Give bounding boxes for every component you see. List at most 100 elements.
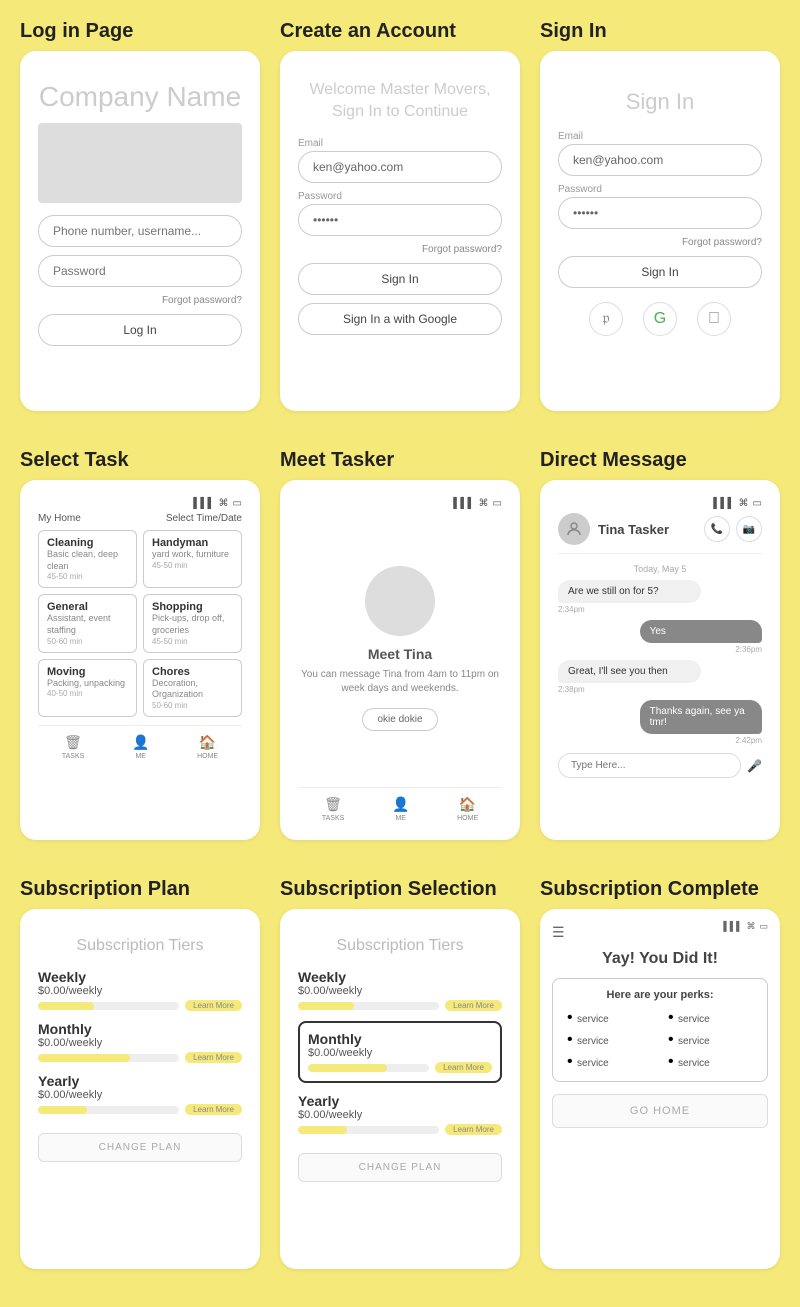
sub-plan-title: Subscription Tiers xyxy=(38,937,242,955)
sub-plan-card: Subscription Tiers Weekly $0.00/weekly L… xyxy=(20,909,260,1269)
dm-signal-icon: ▌▌▌ xyxy=(713,498,734,509)
meet-nav-tasks[interactable]: 🗑 TASKS xyxy=(322,796,344,822)
meet-nav-me[interactable]: 👤 ME xyxy=(392,796,409,822)
sel-yearly-bar-bg xyxy=(298,1126,439,1134)
yay-title: Yay! You Did It! xyxy=(552,950,768,968)
signin-title: Sign In xyxy=(558,89,762,115)
google-signin-button[interactable]: Sign In a with Google xyxy=(298,303,502,335)
password-input[interactable] xyxy=(38,255,242,287)
yearly-bar-fill xyxy=(38,1106,87,1114)
perk-4: • service xyxy=(668,1009,753,1027)
msg-time-2: 2:36pm xyxy=(558,645,762,654)
complete-wifi-icon: ⌘ xyxy=(746,921,755,932)
chores-time: 50-60 min xyxy=(152,701,233,710)
meet-signal-icon: ▌▌▌ xyxy=(453,498,474,509)
hamburger-menu-icon[interactable]: ☰ xyxy=(552,924,565,941)
perk-bullet-3: • xyxy=(567,1053,577,1070)
sel-monthly-bar-bg xyxy=(308,1064,429,1072)
dm-phone-button[interactable]: 📞 xyxy=(704,516,730,542)
monthly-badge: Learn More xyxy=(185,1052,242,1063)
nav-me[interactable]: 👤 ME xyxy=(132,734,149,760)
create-forgot-link[interactable]: Forgot password? xyxy=(298,244,502,255)
create-signin-button[interactable]: Sign In xyxy=(298,263,502,295)
yearly-badge: Learn More xyxy=(185,1104,242,1115)
sel-monthly-badge: Learn More xyxy=(435,1062,492,1073)
monthly-name: Monthly xyxy=(38,1021,242,1037)
google-icon[interactable]: G xyxy=(643,302,677,336)
signin-password-label: Password xyxy=(558,184,762,195)
perks-box: Here are your perks: • service • service… xyxy=(552,978,768,1082)
sel-change-plan-button[interactable]: CHANGE PLAN xyxy=(298,1153,502,1182)
shopping-sub: Pick-ups, drop off, groceries xyxy=(152,613,233,636)
login-button[interactable]: Log In xyxy=(38,314,242,346)
sel-weekly-bar-row: Learn More xyxy=(298,1000,502,1011)
tasker-description: You can message Tina from 4am to 11pm on… xyxy=(298,668,502,696)
forgot-password-link[interactable]: Forgot password? xyxy=(38,295,242,306)
task-moving[interactable]: Moving Packing, unpacking 40-50 min xyxy=(38,659,137,717)
signin-button[interactable]: Sign In xyxy=(558,256,762,288)
task-chores[interactable]: Chores Decoration, Organization 50-60 mi… xyxy=(143,659,242,717)
weekly-price: $0.00/weekly xyxy=(38,985,242,997)
nav-tasks[interactable]: 🗑 TASKS xyxy=(62,734,84,760)
dm-card: ▌▌▌ ⌘ ▭ Tina Tasker 📞 📷 Today, May 5 Are… xyxy=(540,480,780,840)
email-field-label: Email xyxy=(298,138,502,149)
cleaning-title: Cleaning xyxy=(47,537,128,549)
meet-battery-icon: ▭ xyxy=(493,498,502,509)
tasker-profile: Meet Tina You can message Tina from 4am … xyxy=(298,556,502,741)
meet-nav-home[interactable]: 🏠 HOME xyxy=(457,796,478,822)
yearly-price: $0.00/weekly xyxy=(38,1089,242,1101)
monthly-bar-bg xyxy=(38,1054,179,1062)
moving-title: Moving xyxy=(47,666,128,678)
signin-forgot-link[interactable]: Forgot password? xyxy=(558,237,762,248)
yearly-bar-row: Learn More xyxy=(38,1104,242,1115)
task-grid: Cleaning Basic clean, deep clean 45-50 m… xyxy=(38,530,242,717)
sel-yearly-badge: Learn More xyxy=(445,1124,502,1135)
sub-tier-monthly[interactable]: Monthly $0.00/weekly Learn More xyxy=(38,1021,242,1063)
dm-message-input[interactable] xyxy=(558,753,741,778)
change-plan-button[interactable]: CHANGE PLAN xyxy=(38,1133,242,1162)
phone-username-input[interactable] xyxy=(38,215,242,247)
company-name-placeholder: Company Name xyxy=(38,81,242,113)
sub-tier-yearly[interactable]: Yearly $0.00/weekly Learn More xyxy=(38,1073,242,1115)
apple-icon[interactable]:  xyxy=(697,302,731,336)
meet-tasks-label: TASKS xyxy=(322,815,344,822)
sub-selection-monthly-selected[interactable]: Monthly $0.00/weekly Learn More xyxy=(298,1021,502,1083)
go-home-button[interactable]: GO HOME xyxy=(552,1094,768,1128)
signin-email-input[interactable] xyxy=(558,144,762,176)
msg-bubble-left-2: Great, I'll see you then xyxy=(558,660,701,683)
task-shopping[interactable]: Shopping Pick-ups, drop off, groceries 4… xyxy=(143,594,242,652)
select-task-card: ▌▌▌ ⌘ ▭ My Home Select Time/Date Cleanin… xyxy=(20,480,260,840)
msg-time-1: 2:34pm xyxy=(558,605,762,614)
shopping-time: 45-50 min xyxy=(152,637,233,646)
dm-video-button[interactable]: 📷 xyxy=(736,516,762,542)
handyman-title: Handyman xyxy=(152,537,233,549)
task-general[interactable]: General Assistant, event staffing 50-60 … xyxy=(38,594,137,652)
create-email-input[interactable] xyxy=(298,151,502,183)
perks-grid: • service • service • service • service xyxy=(567,1009,753,1071)
facebook-icon[interactable]: 𝔭 xyxy=(589,302,623,336)
meet-home-label: HOME xyxy=(457,815,478,822)
perk-item-2: service xyxy=(577,1036,609,1047)
yearly-name: Yearly xyxy=(38,1073,242,1089)
my-home-label: My Home xyxy=(38,513,81,524)
create-password-input[interactable] xyxy=(298,204,502,236)
sub-selection-weekly[interactable]: Weekly $0.00/weekly Learn More xyxy=(298,969,502,1011)
sel-weekly-badge: Learn More xyxy=(445,1000,502,1011)
nav-home[interactable]: 🏠 HOME xyxy=(197,734,218,760)
signin-password-input[interactable] xyxy=(558,197,762,229)
sub-tier-weekly[interactable]: Weekly $0.00/weekly Learn More xyxy=(38,969,242,1011)
task-cleaning[interactable]: Cleaning Basic clean, deep clean 45-50 m… xyxy=(38,530,137,588)
handyman-sub: yard work, furniture xyxy=(152,549,233,561)
cleaning-sub: Basic clean, deep clean xyxy=(47,549,128,572)
monthly-bar-fill xyxy=(38,1054,130,1062)
perk-3: • service xyxy=(567,1053,652,1071)
sel-yearly-price: $0.00/weekly xyxy=(298,1109,502,1121)
send-icon[interactable]: 🎤 xyxy=(747,759,762,773)
home-icon: 🏠 xyxy=(199,734,216,751)
message-3: Great, I'll see you then 2:38pm xyxy=(558,660,762,694)
sub-selection-yearly[interactable]: Yearly $0.00/weekly Learn More xyxy=(298,1093,502,1135)
okie-dokie-button[interactable]: okie dokie xyxy=(362,708,437,731)
sub-plan-label: Subscription Plan xyxy=(20,878,260,901)
perk-item-1: service xyxy=(577,1014,609,1025)
task-handyman[interactable]: Handyman yard work, furniture 45-50 min xyxy=(143,530,242,588)
